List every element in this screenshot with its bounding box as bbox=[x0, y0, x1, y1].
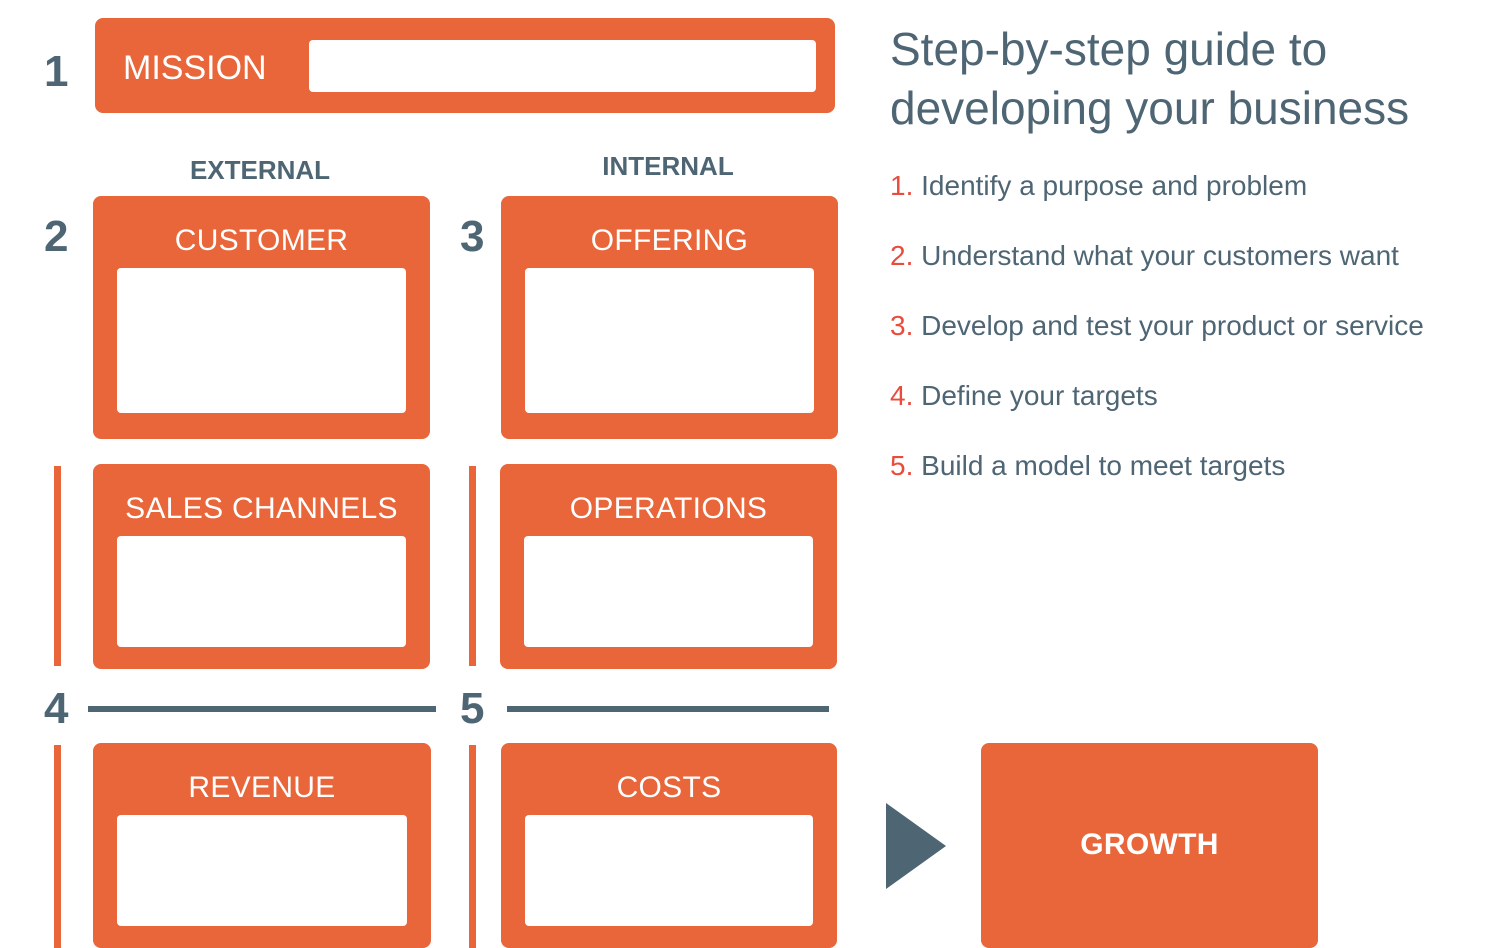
costs-box: COSTS bbox=[501, 743, 837, 948]
costs-input[interactable] bbox=[525, 815, 813, 926]
step-number-4: 4 bbox=[44, 684, 69, 733]
operations-input[interactable] bbox=[524, 536, 813, 647]
external-bracket-bar-upper bbox=[54, 466, 61, 666]
step-item-text: Define your targets bbox=[921, 380, 1158, 411]
step-item-number: 5. bbox=[890, 450, 914, 481]
revenue-input[interactable] bbox=[117, 815, 407, 926]
divider-line-4 bbox=[88, 706, 436, 712]
step-item-2: 2. Understand what your customers want bbox=[890, 240, 1399, 272]
step-item-5: 5. Build a model to meet targets bbox=[890, 450, 1285, 482]
offering-input[interactable] bbox=[525, 268, 814, 413]
operations-label: OPERATIONS bbox=[569, 492, 768, 525]
step-item-number: 4. bbox=[890, 380, 914, 411]
step-item-number: 3. bbox=[890, 310, 914, 341]
costs-label: COSTS bbox=[616, 771, 722, 804]
revenue-label: REVENUE bbox=[188, 771, 336, 804]
growth-box: GROWTH bbox=[981, 743, 1318, 948]
internal-bracket-bar-lower bbox=[469, 745, 476, 948]
step-number-5: 5 bbox=[460, 684, 485, 733]
offering-label: OFFERING bbox=[590, 224, 749, 257]
step-item-text: Identify a purpose and problem bbox=[921, 170, 1308, 201]
growth-label: GROWTH bbox=[1080, 828, 1219, 861]
step-item-4: 4. Define your targets bbox=[890, 380, 1158, 412]
internal-bracket-bar-upper bbox=[469, 466, 476, 666]
divider-line-5 bbox=[507, 706, 829, 712]
step-number-2: 2 bbox=[44, 212, 69, 261]
sales-channels-label: SALES CHANNELS bbox=[125, 492, 398, 525]
sales-channels-input[interactable] bbox=[117, 536, 406, 647]
customer-box: CUSTOMER bbox=[93, 196, 430, 439]
step-item-text: Understand what your customers want bbox=[921, 240, 1399, 271]
customer-label: CUSTOMER bbox=[174, 224, 349, 257]
offering-box: OFFERING bbox=[501, 196, 838, 439]
step-item-number: 1. bbox=[890, 170, 914, 201]
customer-input[interactable] bbox=[117, 268, 406, 413]
sales-channels-box: SALES CHANNELS bbox=[93, 464, 430, 669]
operations-box: OPERATIONS bbox=[500, 464, 837, 669]
step-item-text: Develop and test your product or service bbox=[921, 310, 1424, 341]
step-item-3: 3. Develop and test your product or serv… bbox=[890, 310, 1424, 342]
mission-label: MISSION bbox=[123, 49, 267, 87]
step-item-1: 1. Identify a purpose and problem bbox=[890, 170, 1307, 202]
arrow-right-icon bbox=[886, 803, 946, 889]
page-title: Step-by-step guide to developing your bu… bbox=[890, 23, 1410, 134]
mission-input[interactable] bbox=[309, 40, 816, 92]
step-item-number: 2. bbox=[890, 240, 914, 271]
mission-box: MISSION bbox=[95, 18, 835, 113]
external-bracket-bar-lower bbox=[54, 745, 61, 948]
step-number-1: 1 bbox=[44, 47, 69, 96]
internal-heading: INTERNAL bbox=[602, 151, 734, 181]
step-item-text: Build a model to meet targets bbox=[921, 450, 1286, 481]
revenue-box: REVENUE bbox=[93, 743, 431, 948]
external-heading: EXTERNAL bbox=[189, 155, 331, 185]
step-number-3: 3 bbox=[460, 212, 485, 261]
